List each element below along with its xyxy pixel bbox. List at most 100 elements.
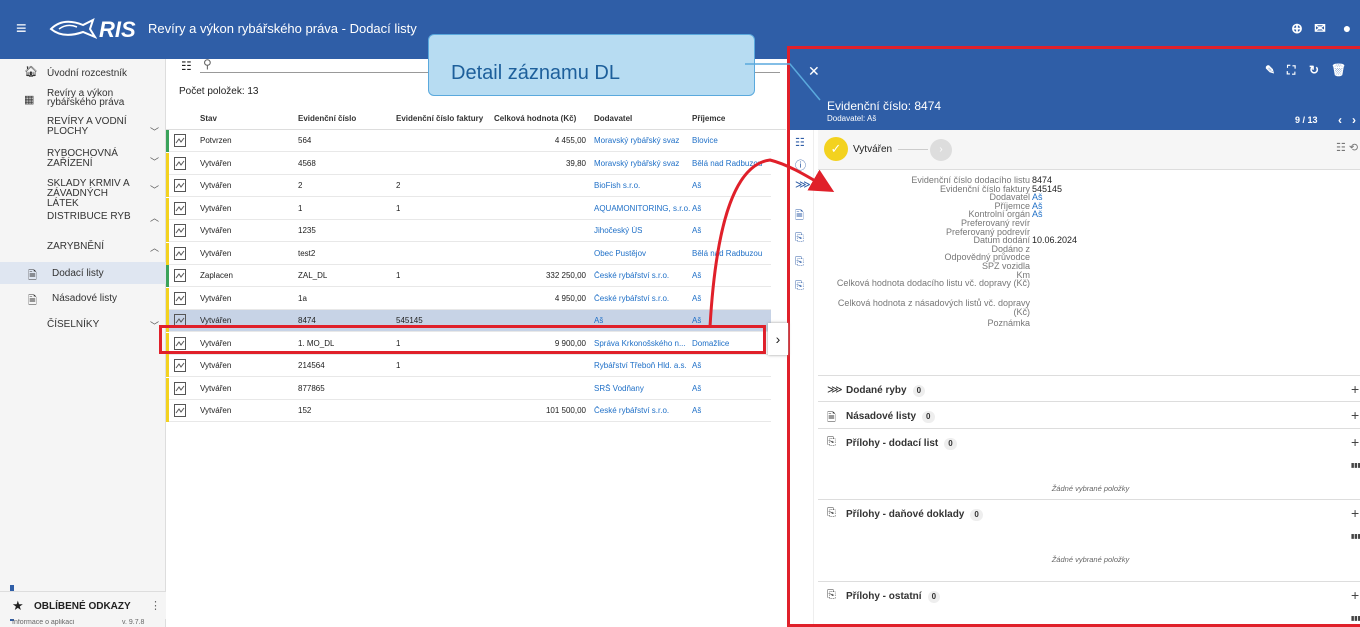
table-row[interactable]: Vytvářen 1a 4 950,00 České rybářství s.r.o.…: [166, 287, 771, 310]
sidebar-item-nasadove-listy[interactable]: 🗎 Násadové listy: [0, 287, 166, 309]
col-cislo-faktury[interactable]: Evidenční číslo faktury: [396, 114, 483, 123]
table-cell[interactable]: SRŠ Vodňany: [594, 384, 644, 393]
filter-icon[interactable]: ☷: [181, 59, 192, 73]
search-icon[interactable]: ⚲: [203, 57, 212, 71]
table-row[interactable]: Potvrzen 564 4 455,00 Moravský rybářský sva…: [166, 130, 771, 152]
next-step-button[interactable]: ›: [930, 139, 952, 161]
section-p-lohy-ostatn-[interactable]: ⎘ Přílohy - ostatní 0 + ▮▮▮: [818, 581, 1360, 622]
edit-icon[interactable]: ✎: [1265, 63, 1275, 77]
col-prijemce[interactable]: Příjemce: [692, 114, 725, 123]
table-cell[interactable]: Aš: [692, 384, 701, 393]
favorites-bar[interactable]: ★ OBLÍBENÉ ODKAZY ⋮: [0, 591, 166, 619]
next-icon[interactable]: ›: [1352, 113, 1356, 127]
properties-icon[interactable]: ☷: [795, 136, 805, 149]
add-icon[interactable]: +: [1351, 505, 1359, 521]
star-icon: ★: [12, 598, 24, 613]
table-row[interactable]: Vytvářen 1235 Jihočeský ÚS Aš: [166, 220, 771, 242]
menu-icon[interactable]: ≡: [16, 18, 27, 38]
add-icon[interactable]: +: [1351, 381, 1359, 397]
status-bar: [166, 265, 169, 287]
logo-text: RIS: [99, 17, 136, 42]
mail-icon[interactable]: ✉: [1311, 19, 1329, 37]
table-row[interactable]: Zaplacen ZAL_DL 1 332 250,00 České rybářství…: [166, 265, 771, 287]
table-cell[interactable]: Aš: [692, 294, 701, 303]
field-value[interactable]: Aš: [1032, 210, 1043, 219]
table-row[interactable]: Vytvářen 2 2 BioFish s.r.o. Aš: [166, 175, 771, 197]
columns-icon[interactable]: ▮▮▮: [1351, 615, 1360, 622]
col-stav[interactable]: Stav: [200, 114, 217, 123]
section-p-lohy-da-ov-doklady[interactable]: ⎘ Přílohy - daňové doklady 0 + ▮▮▮ Žádné vybr…: [818, 499, 1360, 569]
check-icon: ✓: [824, 137, 848, 161]
table-cell[interactable]: Aš: [692, 181, 701, 190]
add-icon[interactable]: +: [1351, 407, 1359, 423]
history-icon[interactable]: ☷ ⟲: [1336, 141, 1358, 154]
table-cell[interactable]: Moravský rybářský svaz: [594, 159, 679, 168]
table-cell[interactable]: Bělá nad Radbuzou: [692, 249, 762, 258]
table-cell[interactable]: Aš: [692, 226, 701, 235]
sidebar-item-zarybneni[interactable]: ZARYBNĚNÍ ︿: [0, 239, 166, 257]
section-p-lohy-dodac-list[interactable]: ⎘ Přílohy - dodací list 0 + ▮▮▮ Žádné vybrané…: [818, 428, 1360, 498]
table-cell: Zaplacen: [200, 271, 233, 280]
col-celkova-hodnota[interactable]: Celková hodnota (Kč): [494, 114, 576, 123]
table-row[interactable]: Vytvářen 214564 1 Rybářství Třeboň Hld. a.s…: [166, 355, 771, 377]
chevron-down-icon: ﹀: [150, 157, 160, 167]
close-icon[interactable]: ✕: [808, 63, 820, 80]
table-cell[interactable]: Bělá nad Radbuzou: [692, 159, 762, 168]
more-icon[interactable]: ⋮: [150, 599, 161, 612]
status-bar: [166, 287, 169, 310]
info-icon[interactable]: ⓘ: [795, 157, 806, 173]
user-icon[interactable]: ●: [1338, 19, 1356, 37]
table-row[interactable]: Vytvářen 1 1 AQUAMONITORING, s.r.o. Aš: [166, 197, 771, 220]
sidebar-item-reviry[interactable]: ▦ Revíry a výkon rybářského práva: [0, 89, 166, 111]
sidebar-item-distribuce[interactable]: DISTRIBUCE RYB ︿: [0, 209, 166, 227]
table-cell[interactable]: Rybářství Třeboň Hld. a.s.: [594, 361, 687, 370]
app-info[interactable]: Informace o aplikaci v. 9.7.8: [0, 619, 166, 627]
sidebar-item-ciselniky[interactable]: ČÍSELNÍKY ﹀: [0, 317, 166, 335]
delete-icon[interactable]: 🗑︎: [1331, 63, 1346, 77]
table-cell[interactable]: Aš: [692, 361, 701, 370]
table-row[interactable]: Vytvářen test2 Obec Pustějov Bělá nad Radbu…: [166, 242, 771, 265]
col-evidencni-cislo[interactable]: Evidenční číslo: [298, 114, 356, 123]
sidebar-item-dodaci-listy[interactable]: 🗎 Dodací listy: [0, 262, 166, 284]
count-badge: 0: [927, 591, 941, 603]
add-icon[interactable]: +: [1351, 587, 1359, 603]
section-title: Přílohy - daňové doklady: [846, 509, 965, 520]
sidebar-item-reviry-vodni-plochy[interactable]: REVÍRY A VODNÍ PLOCHY ﹀: [0, 117, 166, 143]
add-icon[interactable]: +: [1351, 434, 1359, 450]
columns-icon[interactable]: ▮▮▮: [1351, 462, 1360, 469]
columns-icon[interactable]: ▮▮▮: [1351, 533, 1360, 540]
table-cell[interactable]: Aš: [692, 204, 701, 213]
table-row[interactable]: Vytvářen 152 101 500,00 České rybářství s.r…: [166, 400, 771, 422]
table-cell: 4 950,00: [554, 293, 586, 303]
sidebar-item-sklady[interactable]: SKLADY KRMIV A ZÁVADNÝCH LÁTEK ﹀: [0, 177, 166, 209]
status-bar: [166, 175, 169, 197]
section-n-sadov-listy[interactable]: 🗎 Násadové listy 0 +: [818, 401, 1360, 427]
table-cell[interactable]: AQUAMONITORING, s.r.o.: [594, 204, 690, 213]
paperclip-icon[interactable]: ⎘: [795, 280, 804, 293]
table-cell[interactable]: Aš: [692, 316, 701, 325]
sidebar-item-home[interactable]: 🏠︎ Úvodní rozcestník: [0, 65, 166, 81]
ris-logo[interactable]: RIS: [49, 15, 149, 43]
sidebar-item-rybochovna[interactable]: RYBOCHOVNÁ ZAŘÍZENÍ ﹀: [0, 147, 166, 173]
table-cell[interactable]: BioFish s.r.o.: [594, 181, 640, 190]
refresh-icon[interactable]: ↻: [1309, 63, 1319, 77]
table-cell[interactable]: Aš: [692, 406, 701, 415]
table-cell[interactable]: Moravský rybářský svaz: [594, 136, 679, 145]
table-row[interactable]: Vytvářen 4568 39,80 Moravský rybářský svaz B…: [166, 152, 771, 175]
table-cell[interactable]: Obec Pustějov: [594, 249, 646, 258]
section-dodan-ryby[interactable]: ⋙ Dodané ryby 0 +: [818, 375, 1360, 401]
add-icon[interactable]: ⊕: [1288, 19, 1306, 37]
table-row[interactable]: Vytvářen 877865 SRŠ Vodňany Aš: [166, 377, 771, 400]
table-cell[interactable]: Jihočeský ÚS: [594, 226, 642, 235]
table-cell[interactable]: České rybářství s.r.o.: [594, 294, 669, 303]
table-cell[interactable]: České rybářství s.r.o.: [594, 406, 669, 415]
table-cell[interactable]: Aš: [692, 271, 701, 280]
col-dodavatel[interactable]: Dodavatel: [594, 114, 632, 123]
table-cell[interactable]: Aš: [594, 316, 603, 325]
table-cell[interactable]: Blovice: [692, 136, 718, 145]
expand-panel-button[interactable]: ›: [768, 323, 788, 355]
prev-icon[interactable]: ‹: [1338, 113, 1342, 127]
fullscreen-icon[interactable]: ⛶: [1287, 63, 1295, 78]
table-cell[interactable]: České rybářství s.r.o.: [594, 271, 669, 280]
section-label: Přílohy - daňové doklady 0: [846, 509, 983, 521]
